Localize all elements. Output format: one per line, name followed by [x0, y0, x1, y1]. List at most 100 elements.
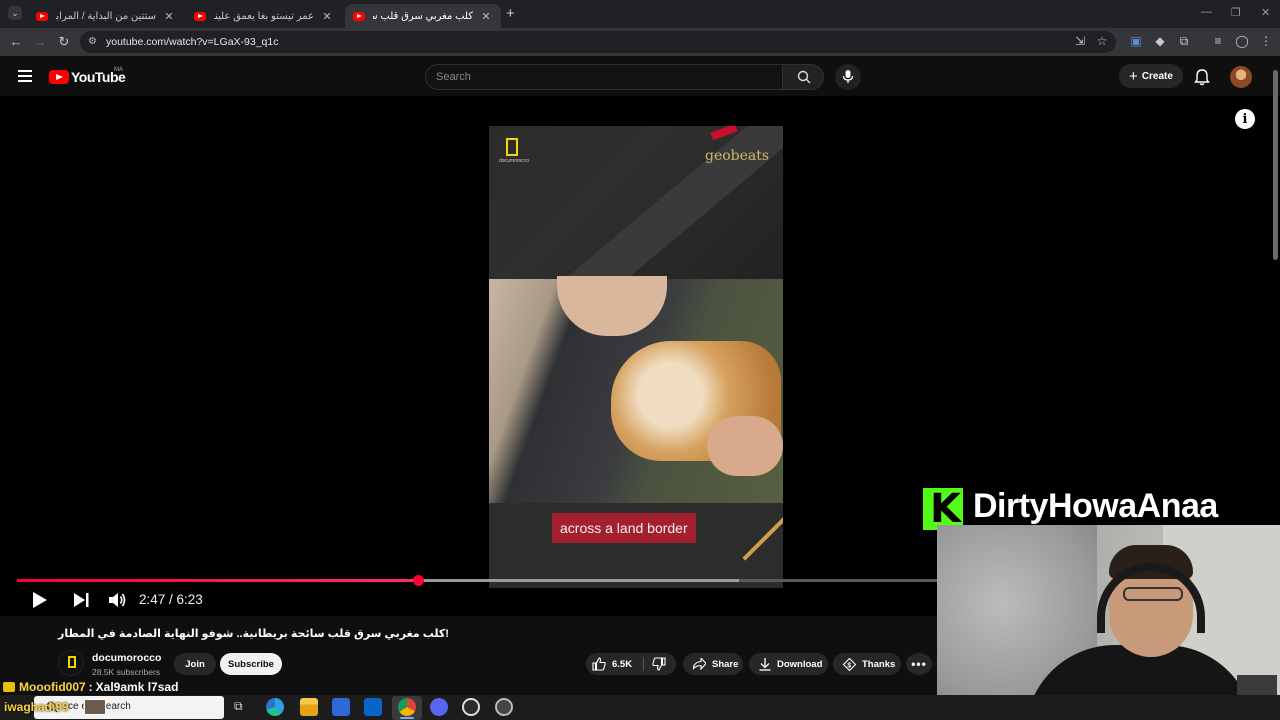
create-label: Create [1141, 70, 1173, 82]
country-code: MA [114, 67, 123, 73]
channel-subscriber-count: 28.5K subscribers [92, 667, 161, 677]
tab-title: كلب مغربي سرق قلب سائحة بريطانية [373, 10, 473, 22]
tab-close-icon[interactable]: ✕ [479, 10, 493, 23]
share-arrow-icon [693, 658, 706, 670]
youtube-favicon-icon [36, 11, 48, 21]
progress-scrubber-handle[interactable] [412, 575, 424, 586]
search-button[interactable] [782, 64, 824, 90]
join-button[interactable]: Join [174, 653, 216, 675]
chrome-icon[interactable] [398, 698, 416, 716]
like-divider [643, 657, 644, 671]
chat-username: Mooofid007 [19, 680, 86, 694]
create-button[interactable]: + Create [1119, 64, 1183, 88]
progress-played [17, 579, 418, 582]
url-text[interactable]: youtube.com/watch?v=LGaX-93_q1c [106, 36, 278, 48]
share-button[interactable]: Share [683, 653, 743, 675]
kick-logo: K [923, 486, 963, 532]
documorocco-logo-text: documorocco [499, 158, 530, 164]
maximize-icon[interactable]: ❐ [1231, 6, 1241, 19]
obs-icon[interactable] [495, 698, 513, 716]
site-info-icon[interactable]: ⚙ [88, 36, 97, 47]
menu-hamburger-icon[interactable] [18, 70, 32, 82]
new-tab-button[interactable]: + [506, 5, 515, 22]
youtube-logo-icon[interactable] [49, 70, 69, 84]
chat-text: Xal9amk l7sad [95, 680, 179, 694]
svg-text:$: $ [847, 662, 851, 669]
video-frame[interactable]: documorocco geobeats across a land borde… [489, 126, 783, 588]
browser-tab-1[interactable]: ستتين من البداية / المرابط خاصو ✕ [28, 4, 184, 28]
install-app-icon[interactable]: ⇲ [1072, 34, 1088, 48]
active-app-indicator [400, 717, 414, 719]
more-actions-button[interactable]: ••• [906, 653, 932, 675]
next-video-icon[interactable] [74, 593, 90, 607]
media-control-icon[interactable]: ≡ [1210, 34, 1226, 48]
chat-thumbnail [84, 699, 106, 715]
tab-search-button[interactable]: ⌄ [8, 6, 22, 20]
outlook-icon[interactable] [364, 698, 382, 716]
channel-name[interactable]: documorocco [92, 652, 161, 664]
voice-search-button[interactable] [835, 64, 861, 90]
extensions-puzzle-icon[interactable]: ⧉ [1176, 34, 1192, 49]
time-display: 2:47 / 6:23 [139, 592, 203, 607]
play-icon[interactable] [33, 592, 47, 608]
discord-icon[interactable] [430, 698, 448, 716]
search-input[interactable] [436, 69, 766, 85]
dislike-button[interactable] [648, 653, 670, 675]
webcam-glasses [1123, 587, 1183, 601]
bookmark-star-icon[interactable]: ☆ [1094, 34, 1110, 48]
chat-badge-icon [3, 682, 15, 692]
thanks-button[interactable]: $ Thanks [833, 653, 901, 675]
chat-separator: : [88, 680, 93, 694]
tab-close-icon[interactable]: ✕ [320, 10, 334, 23]
profile-icon[interactable]: ◯ [1234, 34, 1250, 48]
tab-title: ستتين من البداية / المرابط خاصو [56, 10, 156, 22]
channel-avatar[interactable] [58, 650, 84, 676]
youtube-favicon-icon [194, 11, 206, 21]
browser-tab-active[interactable]: كلب مغربي سرق قلب سائحة بريطانية ✕ [345, 4, 501, 28]
info-icon[interactable]: i [1235, 109, 1255, 129]
file-explorer-icon[interactable] [300, 698, 318, 716]
download-button[interactable]: Download [749, 653, 828, 675]
documorocco-logo: documorocco [499, 138, 530, 168]
video-title: !كلب مغربي سرق قلب سائحة بريطانية.. شوفو… [58, 628, 449, 640]
browser-tab-2[interactable]: عمر تيستو بغا يعمق علينا | أش وقع ✕ [186, 4, 342, 28]
chat-username-2: iwaghadi99 [4, 700, 69, 714]
video-hand [707, 416, 783, 476]
page-scrollbar[interactable] [1273, 70, 1278, 260]
translate-extension-icon[interactable]: ▣ [1128, 34, 1144, 48]
edge-browser-icon[interactable] [266, 698, 284, 716]
extension-diamond-icon[interactable]: ◆ [1152, 34, 1168, 48]
logitech-icon[interactable] [462, 698, 480, 716]
close-window-icon[interactable]: ✕ [1261, 6, 1270, 19]
minimize-icon[interactable]: — [1201, 6, 1212, 18]
subscribe-button[interactable]: Subscribe [220, 653, 282, 675]
account-avatar[interactable] [1230, 66, 1252, 88]
youtube-favicon-icon [353, 11, 365, 21]
thanks-label: Thanks [862, 658, 896, 670]
microphone-icon [842, 70, 854, 83]
like-button[interactable]: 6.5K [592, 653, 642, 675]
search-icon [797, 70, 811, 84]
plus-icon: + [1129, 67, 1138, 85]
tab-title: عمر تيستو بغا يعمق علينا | أش وقع [214, 10, 314, 22]
geobeats-logo: geobeats [705, 148, 770, 164]
streamer-webcam: X2 [937, 525, 1280, 720]
reload-icon[interactable]: ↻ [56, 34, 72, 50]
task-view-icon[interactable]: ⧉ [234, 699, 243, 714]
streamer-name: DirtyHowaAnaa [973, 487, 1218, 525]
notifications-bell-icon[interactable] [1193, 68, 1211, 86]
video-caption: across a land border [552, 513, 696, 543]
share-label: Share [712, 658, 739, 670]
microsoft-store-icon[interactable] [332, 698, 350, 716]
super-thanks-icon: $ [843, 657, 856, 671]
volume-icon[interactable] [108, 591, 126, 609]
forward-icon[interactable]: → [32, 34, 48, 49]
like-count: 6.5K [612, 658, 633, 670]
browser-menu-icon[interactable]: ⋮ [1258, 34, 1274, 48]
thumbs-up-icon [592, 657, 606, 671]
download-label: Download [777, 658, 823, 670]
download-icon [759, 657, 771, 671]
thumbs-down-icon [652, 657, 666, 671]
tab-close-icon[interactable]: ✕ [162, 10, 176, 23]
back-icon[interactable]: ← [8, 34, 24, 49]
